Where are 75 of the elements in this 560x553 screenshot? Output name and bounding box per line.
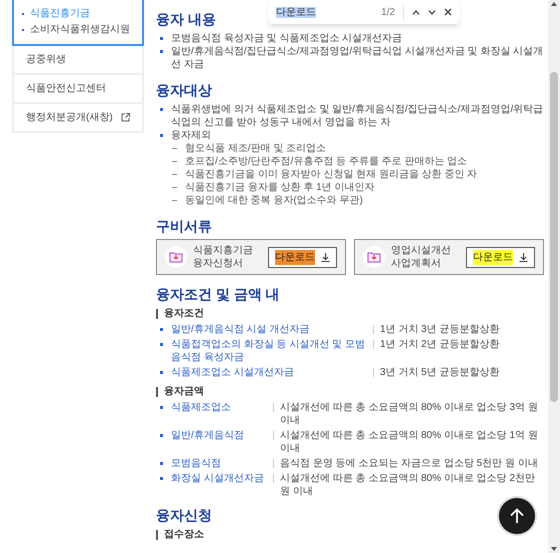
sub-item-text: 동일인에 대한 중복 융자(업소수와 무관) <box>185 194 363 207</box>
bullet-text: 모범음식점 육성자금 및 식품제조업소 시설개선자금 <box>171 32 402 45</box>
sub-item-text: 혐오식품 제조/판매 및 조리업소 <box>185 142 326 155</box>
document-title: 영업시설개선 사업계획서 <box>391 244 452 270</box>
section-heading: 융자신청 <box>156 506 212 524</box>
sidebar-subitem[interactable]: 소비자식품위생감시원 <box>30 22 130 38</box>
bullet-text: 식품위생법에 의거 식품제조업소 및 일반/휴게음식점/집단급식소/제과점영업/위탁급식업의 신고를 받아 성동구 내에서 영업을 하는 자 <box>171 103 544 129</box>
section-heading: 구비서류 <box>156 217 212 235</box>
bullet-icon <box>160 328 163 331</box>
download-button[interactable]: 다운로드 <box>466 246 535 268</box>
item-value: 시설개선에 따른 총 소요금액의 80% 이내로 업소당 2천만 원 이내 <box>280 472 536 498</box>
section-heading: 융자대상 <box>156 81 212 99</box>
folder-download-icon <box>363 246 385 268</box>
sub-item-text: 식품진흥기금 융자를 상환 후 1년 이내인자 <box>185 181 374 194</box>
dash-icon <box>172 200 177 201</box>
item-value: 3년 거치 5년 균등분할상환 <box>380 366 500 379</box>
sidebar-subitem[interactable]: 식품진흥기금 <box>30 6 90 22</box>
item-value: 1년 거치 3년 균등분할상환 <box>380 323 500 336</box>
download-icon <box>321 252 330 262</box>
scroll-thumb[interactable] <box>550 72 558 402</box>
download-icon <box>519 252 528 262</box>
item-label: 일반/휴게음식점 <box>171 429 245 443</box>
item-label: 일반/휴게음식점 시설 개선자금 <box>171 323 310 336</box>
scrollbar[interactable] <box>548 0 560 553</box>
bullet-icon <box>160 434 163 437</box>
match-count: 1/2 <box>381 4 404 20</box>
item-value: 음식점 운영 등에 소요되는 자금으로 업소당 5천만 원 이내 <box>280 457 538 470</box>
download-button[interactable]: 다운로드 <box>268 246 337 268</box>
bullet-icon <box>160 406 163 409</box>
item-label: 화장실 시설개선자금 <box>171 472 265 486</box>
dash-icon <box>172 174 177 175</box>
subheading-marker <box>156 387 158 397</box>
bullet-icon <box>160 462 163 465</box>
bullet-icon <box>160 477 163 480</box>
sub-item-text: 식품진흥기금을 이미 융자받아 신청일 현재 원리금을 상환 중인 자 <box>185 168 478 181</box>
arrow-up-icon <box>510 508 524 524</box>
folder-download-icon <box>165 246 187 268</box>
item-value: 시설개선에 따른 총 소요금액의 80% 이내로 업소당 1억 원 이내 <box>280 429 539 455</box>
item-label: 식품접객업소의 화장실 등 시설개선 및 모범음식점 육성자금 <box>171 338 366 364</box>
section-heading: 융자조건 및 금액 내 <box>156 285 280 303</box>
item-label: 모범음식점 <box>171 457 222 470</box>
subheading-marker <box>156 530 158 540</box>
item-value: 시설개선에 따른 총 소요금액의 80% 이내로 업소당 3억 원 이내 <box>280 401 539 427</box>
scroll-down-icon <box>551 547 557 551</box>
section-heading: 융자 내용 <box>156 10 216 28</box>
subheading: 융자금액 <box>164 385 204 399</box>
bullet-icon <box>160 108 163 111</box>
sub-item-text: 호프집/소주방/단란주점/유흥주점 등 주류를 주로 판매하는 업소 <box>185 155 468 168</box>
external-link-icon <box>121 113 130 122</box>
bullet-icon <box>160 343 163 346</box>
find-input[interactable]: 다운로드 <box>276 4 374 20</box>
subheading: 접수장소 <box>164 528 204 542</box>
bullet-icon <box>160 371 163 374</box>
bullet-text: 융자제외 <box>171 129 211 142</box>
bullet-icon <box>160 37 163 40</box>
bullet-icon <box>160 134 163 137</box>
bullet-text: 일반/휴게음식점/집단급식소/제과점영업/위탁급식업 시설개선자금 및 화장실 시설개선 자금 <box>171 45 544 71</box>
subheading: 융자조건 <box>164 307 204 321</box>
bullet-icon <box>160 50 163 53</box>
subheading-marker <box>156 309 158 319</box>
dash-icon <box>172 161 177 162</box>
dash-icon <box>172 148 177 149</box>
item-label: 식품제조업소 시설개선자금 <box>171 366 295 379</box>
sidebar-item[interactable]: 식품안전신고센터 <box>12 75 144 104</box>
close-icon <box>444 8 452 16</box>
back-to-top-button[interactable] <box>497 496 537 536</box>
document-title: 식품지흥기금 융자신청서 <box>193 244 254 270</box>
next-match-icon <box>428 10 436 14</box>
item-value: 1년 거치 2년 균등분할상환 <box>380 338 500 352</box>
sidebar-item[interactable]: 공중위생 <box>12 46 144 75</box>
scroll-up-icon <box>551 2 557 6</box>
item-label: 식품제조업소 <box>171 401 232 415</box>
previous-match-icon <box>412 10 420 14</box>
dash-icon <box>172 187 177 188</box>
sidebar-item[interactable]: 행정처분공개(새창) <box>12 104 144 133</box>
